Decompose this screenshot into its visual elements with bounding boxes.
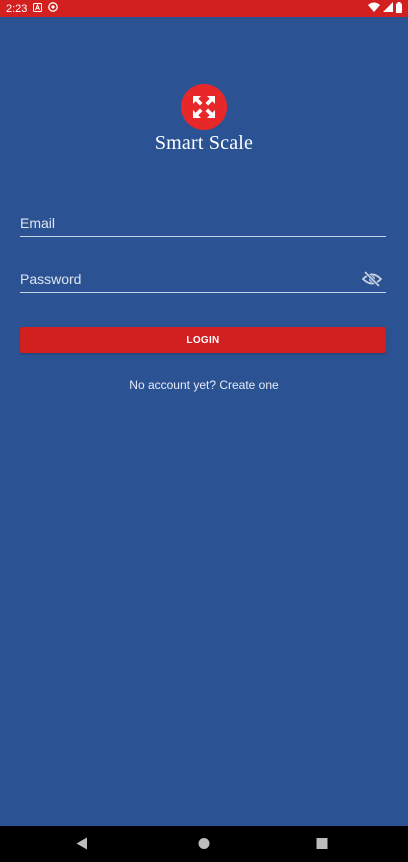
status-right — [368, 1, 402, 16]
notification-a-icon — [33, 2, 43, 15]
status-bar: 2:23 — [0, 0, 408, 17]
cell-signal-icon — [383, 2, 393, 15]
create-account-link[interactable]: No account yet? Create one — [0, 378, 408, 392]
status-time: 2:23 — [6, 2, 28, 15]
expand-arrows-icon — [181, 84, 227, 130]
logo-block: Smart Scale — [0, 84, 408, 155]
wifi-icon — [368, 2, 380, 15]
email-input[interactable] — [20, 211, 350, 235]
login-button[interactable]: LOGIN — [20, 327, 386, 353]
eye-off-icon[interactable] — [361, 270, 383, 288]
status-left: 2:23 — [6, 2, 59, 15]
battery-icon — [396, 1, 402, 16]
app-name: Smart Scale — [154, 132, 254, 154]
back-triangle-icon[interactable] — [76, 837, 88, 855]
recents-square-icon[interactable] — [316, 837, 328, 855]
password-input[interactable] — [20, 267, 350, 291]
notification-sync-icon — [48, 2, 59, 15]
password-field[interactable] — [20, 267, 386, 293]
home-circle-icon[interactable] — [198, 837, 210, 855]
email-field[interactable] — [20, 211, 386, 237]
navigation-bar — [0, 826, 408, 862]
